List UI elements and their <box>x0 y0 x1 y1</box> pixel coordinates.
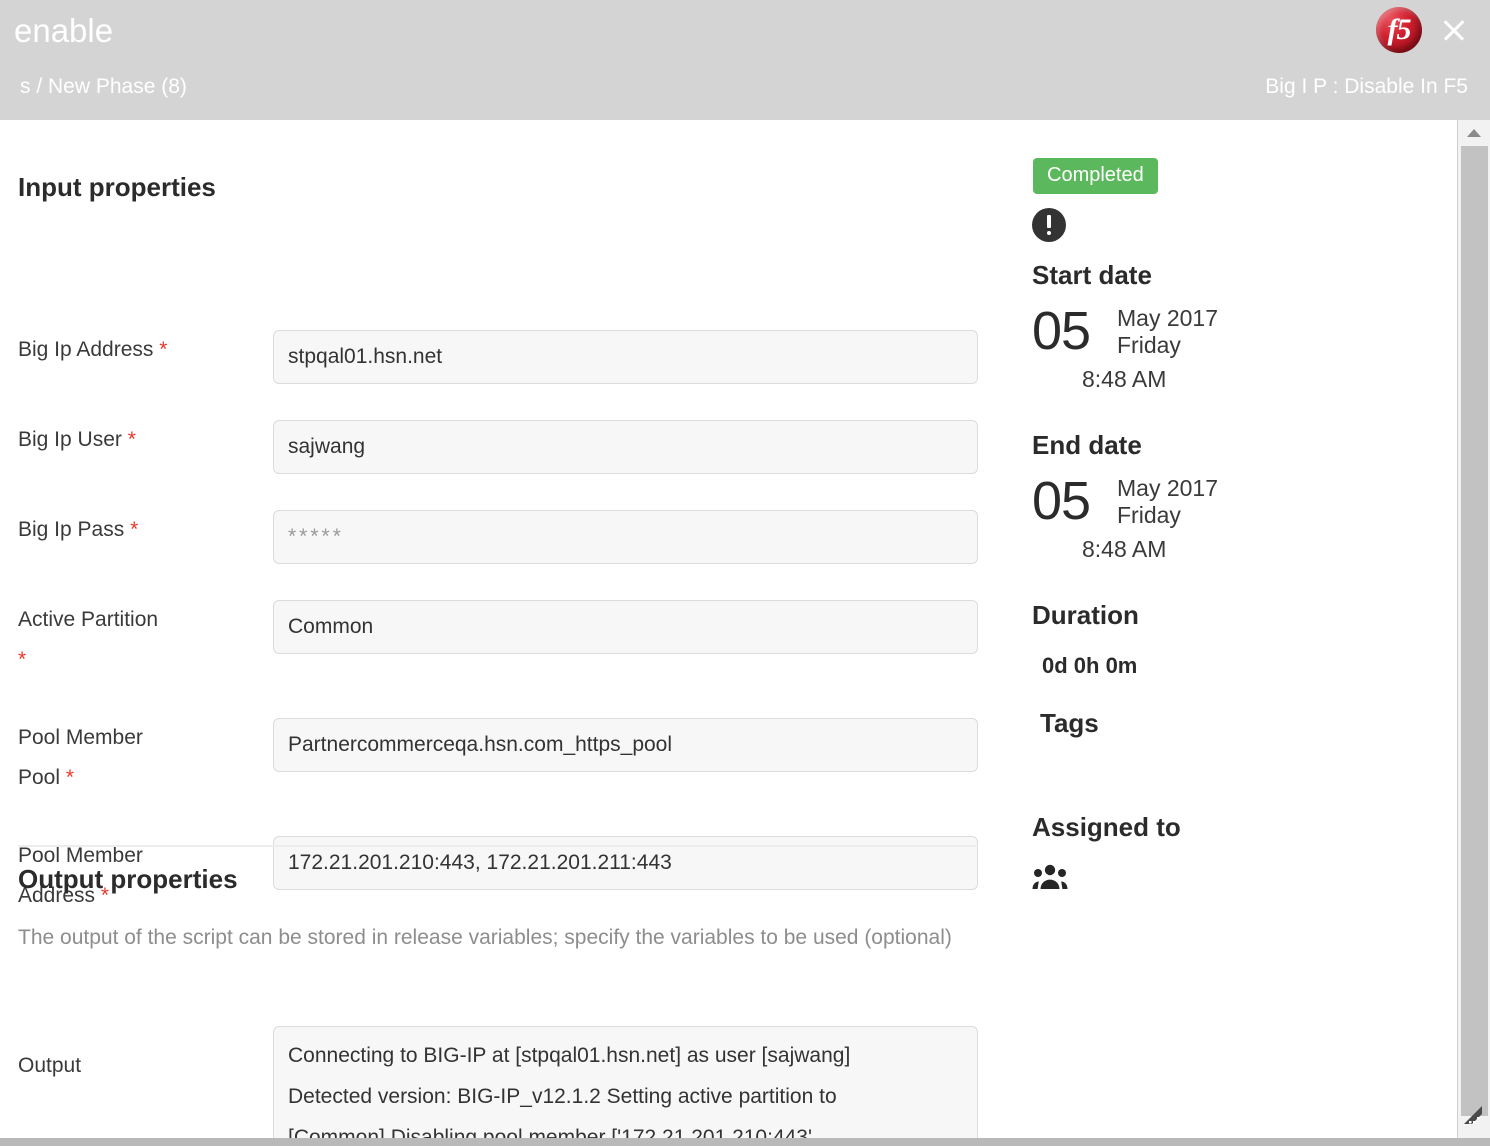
duration-value: 0d 0h 0m <box>1042 653 1138 678</box>
dialog-header: enable s / New Phase (8) Big I P : Disab… <box>0 0 1490 120</box>
end-date-heading: End date <box>1032 430 1142 460</box>
assigned-to-heading: Assigned to <box>1032 812 1181 842</box>
big-ip-address-input[interactable] <box>273 330 978 384</box>
label-text: Big Ip Address <box>18 338 154 361</box>
duration-heading: Duration <box>1032 600 1139 630</box>
tags-heading: Tags <box>1040 708 1099 738</box>
label-text: Active Partition <box>18 608 159 631</box>
f5-logo: f5 <box>1376 7 1422 53</box>
required-marker: * <box>127 428 136 451</box>
status-badge: Completed <box>1033 158 1158 194</box>
dialog-body: Input properties Big Ip Address * Big Ip… <box>0 120 1457 1138</box>
output-help-text: The output of the script can be stored i… <box>18 926 952 949</box>
end-date-detail: May 2017 Friday <box>1117 475 1218 529</box>
required-marker: * <box>18 648 27 671</box>
big-ip-user-input[interactable] <box>273 420 978 474</box>
field-label-active-partition: Active Partition * <box>18 600 258 680</box>
output-field-label: Output <box>18 1054 82 1077</box>
details-sidebar: Completed Start date 05 May 2017 Friday … <box>1000 120 1457 1138</box>
pool-member-pool-input[interactable] <box>273 718 978 772</box>
vertical-scrollbar[interactable] <box>1457 120 1490 1138</box>
label-text: Big Ip User <box>18 428 122 451</box>
page-title: enable <box>14 12 114 49</box>
required-marker: * <box>159 338 168 361</box>
scrollbar-thumb[interactable] <box>1461 146 1488 1116</box>
dialog-window: enable s / New Phase (8) Big I P : Disab… <box>0 0 1490 1146</box>
breadcrumb: s / New Phase (8) <box>20 75 187 98</box>
label-text-2: Pool <box>18 766 61 789</box>
label-text: Big Ip Pass <box>18 518 125 541</box>
start-date-heading: Start date <box>1032 260 1152 290</box>
input-properties-title: Input properties <box>18 172 216 202</box>
end-date-month-year: May 2017 <box>1117 475 1219 501</box>
properties-pane: Input properties Big Ip Address * Big Ip… <box>0 120 1000 1138</box>
section-divider <box>18 845 978 847</box>
end-date-weekday: Friday <box>1117 502 1181 528</box>
end-date-day: 05 <box>1032 471 1091 531</box>
start-date-month-year: May 2017 <box>1117 305 1219 331</box>
window-bottom-bar <box>0 1138 1490 1146</box>
required-marker: * <box>130 518 139 541</box>
f5-logo-text: f5 <box>1387 13 1412 46</box>
active-partition-input[interactable] <box>273 600 978 654</box>
exclamation-circle-icon[interactable] <box>1032 208 1066 242</box>
label-text: Pool Member <box>18 726 143 749</box>
start-date-detail: May 2017 Friday <box>1117 305 1218 359</box>
start-date-weekday: Friday <box>1117 332 1181 358</box>
required-marker: * <box>65 766 75 789</box>
big-ip-pass-input[interactable] <box>273 510 978 564</box>
end-date-time: 8:48 AM <box>1082 536 1167 562</box>
start-date-day: 05 <box>1032 301 1091 361</box>
output-properties-title: Output properties <box>18 864 238 894</box>
field-label-big-ip-address: Big Ip Address * <box>18 330 258 370</box>
users-group-icon[interactable] <box>1032 862 1068 892</box>
output-textarea[interactable] <box>273 1026 978 1138</box>
resize-grip-icon[interactable] <box>1460 1102 1488 1128</box>
chevron-up-icon[interactable] <box>1458 120 1490 144</box>
close-icon[interactable] <box>1438 14 1470 46</box>
start-date-time: 8:48 AM <box>1082 366 1167 392</box>
field-label-big-ip-user: Big Ip User * <box>18 420 258 460</box>
field-label-big-ip-pass: Big Ip Pass * <box>18 510 258 550</box>
field-label-pool-member-pool: Pool Member Pool * <box>18 718 258 798</box>
header-subtitle: Big I P : Disable In F5 <box>1265 75 1468 98</box>
